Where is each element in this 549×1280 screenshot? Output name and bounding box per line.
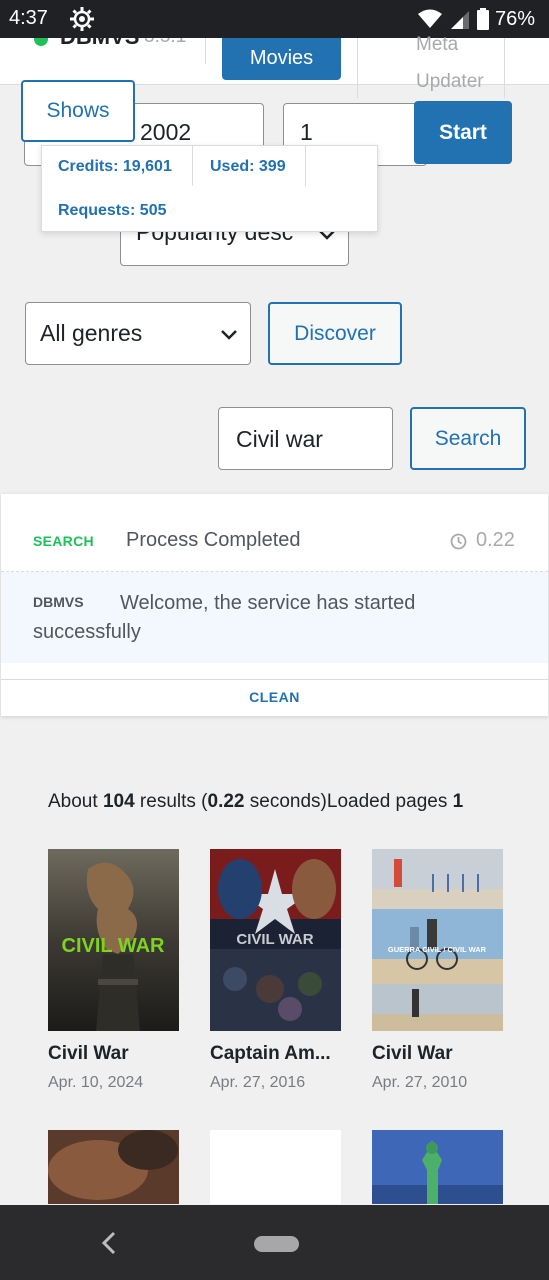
search-button[interactable]: Search: [410, 407, 526, 470]
battery-icon: [476, 8, 489, 30]
log-tag: SEARCH: [33, 533, 94, 549]
log-entry: SEARCH Process Completed 0.22: [1, 494, 548, 572]
summary-results: results (: [139, 791, 208, 812]
log-entry: DBMVS Welcome, the service has started s…: [1, 572, 548, 663]
signal-icon: [450, 11, 469, 29]
movie-poster[interactable]: CIVIL WAR: [48, 849, 179, 1031]
settings-gear-icon: [70, 7, 94, 31]
movie-poster[interactable]: [48, 1130, 179, 1204]
poster-text: CIVIL WAR: [236, 931, 313, 948]
movie-poster[interactable]: [372, 1130, 503, 1204]
summary-about: About: [48, 791, 98, 812]
shows-tab-button[interactable]: Shows: [21, 80, 135, 142]
meta-updater-link-line2[interactable]: Updater: [416, 71, 484, 93]
brand-version: 3.5.1: [144, 38, 186, 48]
nav-divider: [504, 38, 505, 98]
movie-poster[interactable]: CIVIL WAR: [210, 849, 341, 1031]
results-count: 104: [102, 791, 135, 812]
wifi-icon: [417, 9, 442, 28]
nav-divider: [357, 38, 358, 98]
status-time: 4:37: [9, 7, 48, 29]
discover-button[interactable]: Discover: [268, 302, 402, 365]
used-count: Used: 399: [210, 158, 286, 175]
home-pill-icon[interactable]: [254, 1236, 299, 1252]
summary-loaded: Loaded pages: [326, 791, 448, 812]
back-icon[interactable]: [100, 1230, 118, 1256]
movies-tab-button[interactable]: Movies: [222, 38, 341, 80]
battery-percent: 76%: [494, 7, 535, 30]
genre-select[interactable]: All genres: [25, 302, 251, 365]
movie-date: Apr. 10, 2024: [48, 1074, 144, 1091]
summary-seconds: seconds): [249, 791, 327, 812]
popup-divider: [305, 146, 306, 186]
navigation-bar: [0, 1205, 549, 1280]
poster-text: CIVIL WAR: [62, 935, 166, 957]
nav-divider: [205, 38, 206, 64]
genre-select-value: All genres: [40, 320, 143, 346]
requests-count: Requests: 505: [58, 202, 167, 219]
chevron-down-icon: [221, 330, 237, 340]
search-input[interactable]: Civil war: [218, 407, 393, 470]
poster-text: GUERRA CIVIL / CIVIL WAR: [388, 945, 487, 954]
popup-divider: [192, 146, 193, 186]
credits-popup: Credits: 19,601 Used: 399 Requests: 505: [41, 145, 378, 232]
clean-button[interactable]: CLEAN: [1, 689, 548, 705]
start-button[interactable]: Start: [414, 101, 512, 164]
movie-poster[interactable]: [210, 1130, 341, 1204]
log-panel: SEARCH Process Completed 0.22 DBMVS Welc…: [1, 494, 548, 716]
log-time: 0.22: [476, 529, 515, 551]
movie-poster[interactable]: GUERRA CIVIL / CIVIL WAR: [372, 849, 503, 1031]
meta-updater-link[interactable]: Meta: [416, 34, 458, 56]
movie-title[interactable]: Civil War: [372, 1043, 532, 1065]
log-message: Process Completed: [126, 529, 301, 551]
log-footer: CLEAN: [1, 679, 548, 716]
status-bar: 4:37 76%: [0, 0, 549, 38]
brand-name: DBMVS: [60, 38, 139, 50]
status-dot-icon: [34, 38, 48, 46]
results-seconds: 0.22: [207, 791, 245, 812]
movie-title[interactable]: Civil War: [48, 1043, 208, 1065]
movie-date: Apr. 27, 2010: [372, 1074, 468, 1091]
clock-icon: [450, 533, 467, 550]
credits-count: Credits: 19,601: [58, 158, 172, 175]
results-summary: About 104 results (0.22 seconds)Loaded p…: [48, 791, 463, 813]
brand: DBMVS 3.5.1: [32, 38, 212, 52]
movie-title[interactable]: Captain Am...: [210, 1043, 370, 1065]
log-message: Welcome, the service has started success…: [33, 592, 416, 643]
loaded-pages-count: 1: [452, 791, 464, 812]
movie-date: Apr. 27, 2016: [210, 1074, 306, 1091]
